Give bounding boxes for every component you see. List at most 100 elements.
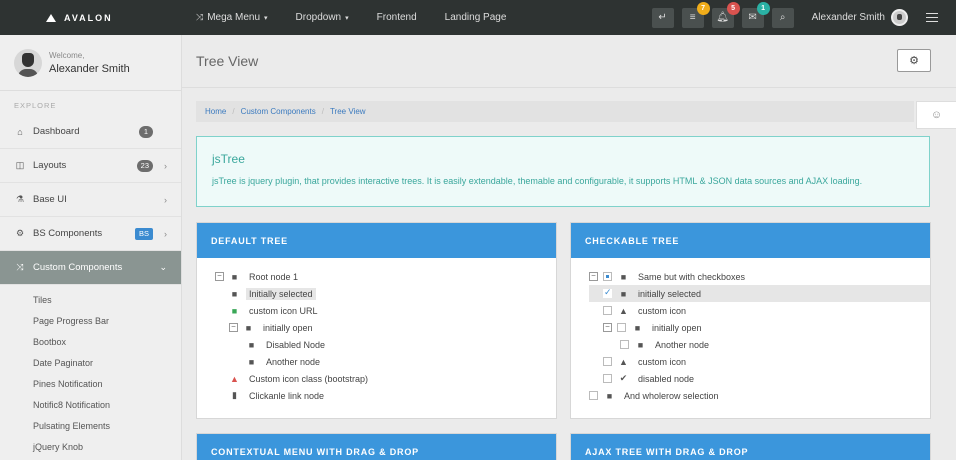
default-tree-panel: DEFAULT TREE − ■ Root node 1 ■ Initially… [196, 222, 557, 419]
checkbox[interactable] [603, 374, 612, 383]
sidebar-profile: Welcome, Alexander Smith [0, 35, 181, 91]
avatar[interactable] [891, 9, 908, 26]
tree-node[interactable]: ▮ Clickanle link node [215, 387, 542, 404]
menu-hamburger-icon[interactable] [926, 13, 938, 22]
page-title: Tree View [196, 53, 259, 69]
check-icon: ✔ [619, 373, 628, 383]
chevron-down-icon: ▾ [264, 14, 268, 22]
tree-node-label: Custom icon class (bootstrap) [249, 373, 369, 384]
checkbox[interactable] [620, 340, 629, 349]
tree-node-label: Another node [655, 339, 710, 350]
sidebar-subitem[interactable]: Page Progress Bar [0, 310, 181, 331]
tree-node-label: Clickanle link node [249, 390, 325, 401]
breadcrumb-custom-components[interactable]: Custom Components [241, 107, 316, 116]
nav-dropdown[interactable]: Dropdown ▾ [296, 12, 349, 23]
tree-node[interactable]: ■ initially selected [589, 285, 930, 302]
checkbox-checked[interactable] [603, 287, 612, 298]
collapse-toggle-icon[interactable]: − [603, 323, 612, 332]
envelope-icon: ✉ [748, 12, 757, 23]
collapse-toggle-icon[interactable]: − [215, 272, 224, 281]
checkable-tree-panel: CHECKABLE TREE − ■ Same but with checkbo… [570, 222, 931, 419]
tree-node-label: And wholerow selection [624, 390, 719, 401]
flask-icon: ⚗ [15, 194, 25, 204]
ajax-tree-panel: AJAX TREE WITH DRAG & DROP [570, 433, 931, 460]
search-button[interactable]: ⌕ [771, 7, 794, 28]
tree-node[interactable]: ✔ disabled node [589, 370, 916, 387]
notifications-button[interactable]: 🔔︎ 5 [711, 1, 740, 28]
checkbox[interactable] [603, 306, 612, 315]
tree-node-label: Disabled Node [266, 339, 326, 350]
nav-dropdown-label: Dropdown [295, 12, 342, 23]
sidebar-item-bs-components[interactable]: ⚙ BS Components BS › [0, 217, 181, 251]
triangle-logo-icon [46, 13, 56, 22]
tree-node-label: Same but with checkboxes [638, 271, 746, 282]
info-title: jsTree [212, 152, 245, 166]
sidebar-subitem[interactable]: Bootbox [0, 331, 181, 352]
tasks-button[interactable]: ≡ 7 [681, 1, 710, 28]
smile-tab[interactable]: ☺ [916, 101, 956, 129]
file-icon: ▮ [232, 390, 237, 400]
panel-title: DEFAULT TREE [197, 223, 556, 258]
sidebar: Welcome, Alexander Smith EXPLORE ⌂ Dashb… [0, 35, 182, 460]
checkbox[interactable] [603, 357, 612, 366]
sidebar-item-dashboard[interactable]: ⌂ Dashboard 1 [0, 115, 181, 149]
page-header: Tree View [182, 35, 956, 88]
sidebar-item-layouts[interactable]: ◫ Layouts 23 › [0, 149, 181, 183]
sidebar-subitem[interactable]: Pines Notification [0, 373, 181, 394]
brand-name: AVALON [64, 12, 113, 23]
nav-landing-page[interactable]: Landing Page [445, 12, 507, 23]
breadcrumb-tree-view[interactable]: Tree View [330, 107, 366, 116]
checkbox[interactable] [617, 323, 626, 332]
folder-icon: ■ [620, 288, 627, 299]
sidebar-subitem[interactable]: Pulsating Elements [0, 415, 181, 436]
tree-node[interactable]: ■ Disabled Node [215, 336, 542, 353]
avatar[interactable] [14, 48, 42, 77]
settings-button[interactable]: ⚙ [897, 49, 931, 72]
messages-button[interactable]: ✉ 1 [741, 1, 770, 28]
collapse-toggle-icon[interactable]: − [229, 323, 238, 332]
tree-node[interactable]: − ■ initially open [589, 319, 916, 336]
bell-icon: 🔔︎ [716, 12, 729, 23]
default-tree: − ■ Root node 1 ■ Initially selected ■ c… [197, 258, 556, 404]
nav-mega-menu[interactable]: ⤨ Mega Menu ▾ [196, 12, 268, 23]
sidebar-item-custom-components[interactable]: ⤨ Custom Components ⌄ [0, 251, 181, 285]
sidebar-subitem[interactable]: Date Paginator [0, 352, 181, 373]
tree-node[interactable]: ■ custom icon URL [215, 302, 542, 319]
sidebar-subitem[interactable]: Tiles [0, 289, 181, 310]
tree-node[interactable]: ■ Initially selected [215, 285, 542, 302]
nav-frontend[interactable]: Frontend [377, 12, 417, 23]
tree-node[interactable]: − ■ initially open [215, 319, 542, 336]
collapse-toggle-icon[interactable]: − [589, 272, 598, 281]
breadcrumb-home[interactable]: Home [205, 107, 226, 116]
sidebar-subitem[interactable]: jQuery Knob [0, 436, 181, 457]
folder-icon: ■ [620, 271, 627, 282]
chevron-right-icon: › [164, 194, 167, 205]
tree-node[interactable]: ▲ custom icon [589, 353, 916, 370]
nav-frontend-label: Frontend [376, 12, 417, 23]
warning-icon: ▲ [619, 305, 628, 316]
sidebar-subitem[interactable]: Notific8 Notification [0, 394, 181, 415]
top-nav-menu: ⤨ Mega Menu ▾ Dropdown ▾ Frontend Landin… [196, 12, 534, 23]
panel-title: CHECKABLE TREE [571, 223, 930, 258]
tree-node[interactable]: ▲ custom icon [589, 302, 916, 319]
tree-node[interactable]: − ■ Same but with checkboxes [589, 268, 916, 285]
chevron-down-icon: ⌄ [159, 262, 167, 272]
panel-title: CONTEXTUAL MENU WITH DRAG & DROP [197, 434, 556, 460]
layouts-badge: 23 [136, 159, 153, 172]
warning-icon: ▲ [619, 356, 628, 367]
return-button[interactable]: ↵ [651, 7, 674, 28]
tree-node[interactable]: ▲ Custom icon class (bootstrap) [215, 370, 542, 387]
warning-icon: ▲ [230, 373, 239, 384]
tree-node[interactable]: − ■ Root node 1 [215, 268, 542, 285]
tree-node-label: disabled node [638, 373, 695, 384]
checkbox[interactable] [589, 391, 598, 400]
tree-node[interactable]: ■ Another node [215, 353, 542, 370]
checkbox-partial[interactable] [603, 272, 612, 281]
top-username[interactable]: Alexander Smith [812, 12, 885, 23]
sidebar-item-base-ui[interactable]: ⚗ Base UI › [0, 183, 181, 217]
brand-logo[interactable]: AVALON [0, 13, 182, 23]
folder-icon: ■ [248, 356, 255, 367]
tree-node[interactable]: ■ And wholerow selection [589, 387, 916, 404]
top-navbar: AVALON ⤨ Mega Menu ▾ Dropdown ▾ Frontend… [0, 0, 956, 35]
tree-node[interactable]: ■ Another node [589, 336, 916, 353]
